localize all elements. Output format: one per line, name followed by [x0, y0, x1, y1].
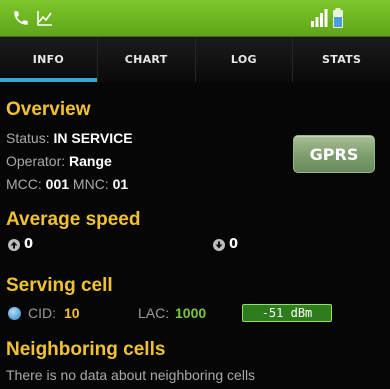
- lac-label: LAC:: [138, 305, 170, 321]
- mcc-label: MCC:: [6, 176, 42, 192]
- download-speed-value: 0: [229, 237, 239, 252]
- phone-icon: [12, 0, 30, 36]
- info-content: Overview Status: IN SERVICE Operator: Ra…: [6, 86, 384, 389]
- tab-info[interactable]: INFO: [0, 37, 98, 82]
- status-bar: [0, 0, 390, 37]
- cid-label: CID:: [28, 305, 56, 321]
- average-speed-title: Average speed: [6, 209, 141, 230]
- mnc-value: 01: [112, 176, 129, 192]
- operator-line: Operator: Range: [6, 153, 112, 169]
- signal-strength-badge: -51 dBm: [242, 304, 332, 322]
- status-label: Status:: [6, 130, 50, 146]
- tab-bar: INFO CHART LOG STATS: [0, 37, 390, 82]
- neighboring-cells-message: There is no data about neighboring cells: [6, 367, 256, 383]
- network-type-button[interactable]: GPRS: [293, 135, 375, 173]
- operator-value: Range: [69, 153, 112, 169]
- arrow-up-icon: [8, 238, 20, 251]
- cid-value: 10: [64, 305, 80, 321]
- serving-cell-title: Serving cell: [6, 275, 113, 296]
- status-value: IN SERVICE: [53, 130, 133, 146]
- download-speed: 0: [213, 237, 238, 252]
- battery-icon: [332, 0, 344, 36]
- mcc-value: 001: [45, 176, 70, 192]
- serving-cell-row[interactable]: CID: 10 LAC: 1000 -51 dBm: [6, 304, 376, 324]
- screen: INFO CHART LOG STATS Overview Status: IN…: [0, 0, 390, 389]
- tab-log[interactable]: LOG: [196, 37, 294, 82]
- upload-speed-value: 0: [24, 237, 34, 252]
- tab-stats[interactable]: STATS: [293, 37, 390, 82]
- tab-chart[interactable]: CHART: [98, 37, 196, 82]
- operator-label: Operator:: [6, 153, 66, 169]
- lac-value: 1000: [175, 305, 207, 321]
- status-line: Status: IN SERVICE: [6, 130, 133, 146]
- mnc-label: MNC:: [72, 176, 109, 192]
- serving-cell-dot-icon: [8, 307, 21, 320]
- signal-icon: [310, 0, 328, 36]
- chart-icon: [36, 0, 54, 36]
- upload-speed: 0: [8, 237, 33, 252]
- overview-title: Overview: [6, 99, 91, 120]
- arrow-down-icon: [213, 238, 225, 251]
- neighboring-cells-title: Neighboring cells: [6, 339, 166, 360]
- mcc-mnc-line: MCC: 001 MNC: 01: [6, 176, 128, 192]
